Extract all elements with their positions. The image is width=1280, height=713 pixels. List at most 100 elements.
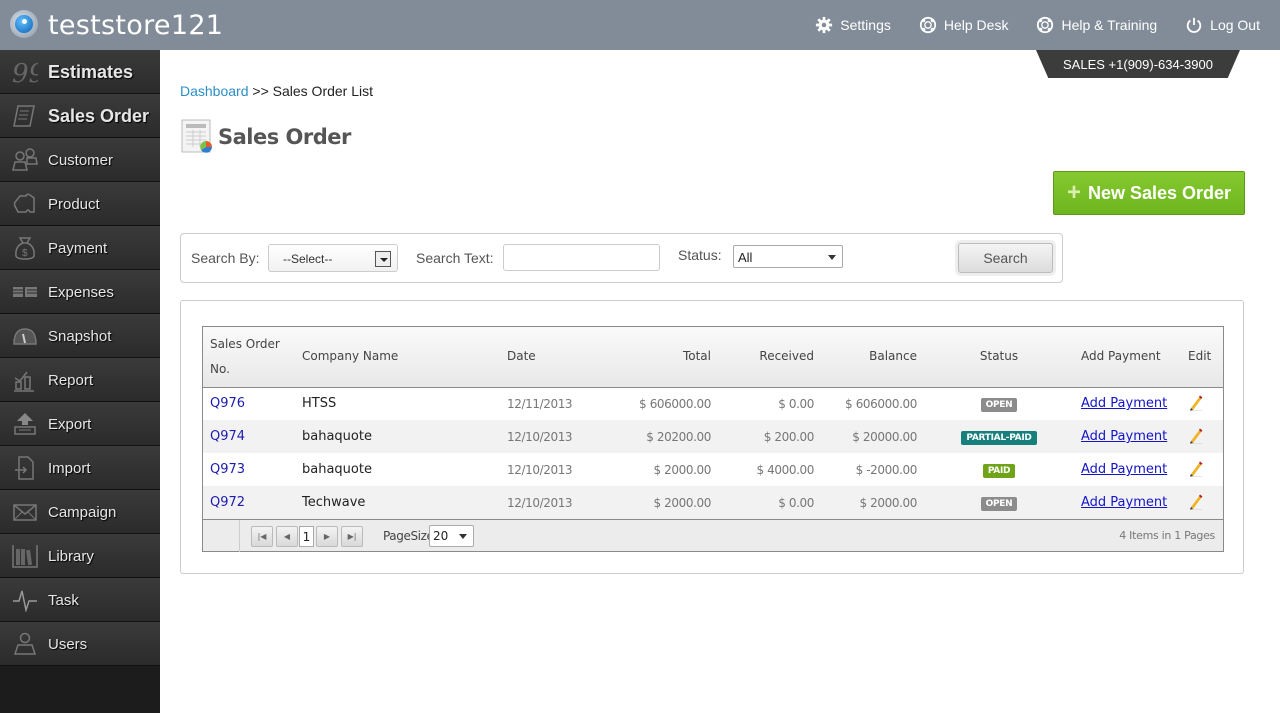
date-cell: 12/11/2013 (507, 396, 573, 411)
sidebar-item-label: Campaign (48, 503, 117, 521)
logout-label: Log Out (1210, 17, 1260, 33)
edit-button[interactable] (1188, 492, 1204, 513)
top-nav: Settings Help Desk Help & Training Log O… (815, 0, 1260, 50)
logo-icon (8, 8, 40, 42)
search-by-value: --Select-- (283, 252, 333, 266)
sidebar-item-users[interactable]: Users (0, 622, 160, 666)
balance-cell: $ 2000.00 (821, 486, 924, 519)
edit-button[interactable] (1188, 393, 1204, 414)
so-number-link[interactable]: Q974 (210, 429, 245, 444)
company-cell: bahaquote (302, 462, 372, 477)
column-header-so-no[interactable]: Sales Order No. (203, 327, 295, 388)
status-value: All (738, 250, 753, 265)
add-payment-link[interactable]: Add Payment (1081, 495, 1167, 510)
total-cell: $ 606000.00 (639, 396, 711, 411)
pulse-icon (13, 590, 37, 612)
date-cell: 12/10/2013 (500, 486, 600, 519)
puzzle-icon (13, 193, 35, 213)
sidebar-item-label: Task (48, 591, 79, 609)
add-payment-link[interactable]: Add Payment (1081, 462, 1167, 477)
so-number-link[interactable]: Q973 (210, 462, 245, 477)
sidebar-item-snapshot[interactable]: Snapshot (0, 314, 160, 358)
edit-cell (1181, 486, 1223, 519)
pencil-icon (1190, 494, 1203, 511)
breadcrumb-separator: >> (252, 83, 269, 99)
status-badge: OPEN (980, 397, 1018, 412)
edit-cell (1181, 453, 1223, 486)
logo[interactable]: teststore121 (8, 8, 223, 42)
help-training-link[interactable]: Help & Training (1036, 16, 1157, 34)
table-row: Q974 bahaquote 12/10/2013 $ 20200.00 $ 200.0… (203, 420, 1223, 453)
column-header-status[interactable]: Status (924, 327, 1074, 388)
add-payment-link[interactable]: Add Payment (1081, 429, 1167, 444)
sidebar-item-label: Library (48, 547, 94, 565)
add-payment-cell: Add Payment (1074, 486, 1181, 519)
sidebar-item-label: Import (48, 459, 91, 477)
help-desk-link[interactable]: Help Desk (919, 16, 1008, 34)
breadcrumb-dashboard-link[interactable]: Dashboard (180, 83, 249, 99)
add-payment-link[interactable]: Add Payment (1081, 396, 1167, 411)
sidebar-item-task[interactable]: Task (0, 578, 160, 622)
column-header-company[interactable]: Company Name (295, 327, 500, 388)
search-by-select[interactable]: --Select-- (268, 244, 398, 272)
so-number-cell: Q973 (203, 453, 295, 486)
company-cell: HTSS (302, 396, 337, 412)
so-number-cell: Q976 (203, 387, 295, 420)
column-header-received[interactable]: Received (718, 327, 821, 388)
status-badge: PAID (982, 463, 1016, 478)
sidebar-item-export[interactable]: Export (0, 402, 160, 446)
column-header-add-payment: Add Payment (1074, 327, 1181, 388)
sidebar-item-report[interactable]: Report (0, 358, 160, 402)
edit-button[interactable] (1188, 459, 1204, 480)
edit-button[interactable] (1188, 426, 1204, 447)
next-page-button[interactable]: ▶ (316, 526, 338, 547)
prev-page-button[interactable]: ◀ (276, 526, 298, 547)
sidebar-item-product[interactable]: Product (0, 182, 160, 226)
column-header-date[interactable]: Date (500, 327, 600, 388)
sidebar-item-campaign[interactable]: Campaign (0, 490, 160, 534)
sidebar-item-payment[interactable]: $ Payment (0, 226, 160, 270)
edit-cell (1181, 420, 1223, 453)
received-cell: $ 200.00 (718, 420, 821, 453)
last-page-button[interactable]: ▶| (341, 526, 363, 547)
column-header-edit: Edit (1181, 327, 1223, 388)
status-select[interactable]: All (733, 245, 843, 268)
upload-icon (14, 413, 36, 435)
new-sales-order-button[interactable]: + New Sales Order (1053, 171, 1245, 215)
gear-icon (816, 16, 833, 34)
so-number-link[interactable]: Q972 (210, 495, 245, 510)
received-cell: $ 0.00 (778, 396, 814, 411)
so-number-link[interactable]: Q976 (210, 396, 245, 411)
logout-link[interactable]: Log Out (1185, 16, 1260, 34)
sidebar-item-estimates[interactable]: 99 Estimates (0, 50, 160, 94)
books-icon (12, 545, 38, 568)
sidebar-item-import[interactable]: Import (0, 446, 160, 490)
sidebar-item-expenses[interactable]: Expenses (0, 270, 160, 314)
sidebar-item-library[interactable]: Library (0, 534, 160, 578)
help-training-label: Help & Training (1061, 17, 1158, 33)
page-size-select[interactable]: 20 (429, 525, 474, 547)
search-button[interactable]: Search (958, 243, 1053, 273)
so-number-cell: Q972 (203, 486, 295, 519)
table-row: Q972 Techwave 12/10/2013 $ 2000.00 $ 0.00 $ 2… (203, 486, 1223, 519)
status-badge: OPEN (980, 496, 1018, 511)
table-row: Q973 bahaquote 12/10/2013 $ 2000.00 $ 4000.0… (203, 453, 1223, 486)
page-title-text: Sales Order (218, 125, 351, 149)
search-text-input[interactable] (503, 244, 660, 271)
first-page-button[interactable]: |◀ (251, 526, 273, 547)
sidebar: 99 Estimates Sales Order Customer Produc… (0, 50, 160, 713)
sidebar-item-label: Product (48, 195, 100, 213)
settings-link[interactable]: Settings (815, 16, 891, 34)
new-sales-order-label: New Sales Order (1087, 182, 1232, 203)
current-page[interactable]: 1 (299, 526, 314, 547)
add-payment-cell: Add Payment (1074, 387, 1181, 420)
column-header-total[interactable]: Total (600, 327, 718, 388)
status-label: Status: (678, 247, 722, 263)
settings-label: Settings (840, 17, 891, 33)
sidebar-item-sales-order[interactable]: Sales Order (0, 94, 160, 138)
breadcrumb: Dashboard >> Sales Order List (180, 83, 373, 99)
column-header-balance[interactable]: Balance (821, 327, 924, 388)
envelope-icon (13, 504, 37, 521)
status-cell: OPEN (924, 486, 1074, 519)
sidebar-item-customer[interactable]: Customer (0, 138, 160, 182)
